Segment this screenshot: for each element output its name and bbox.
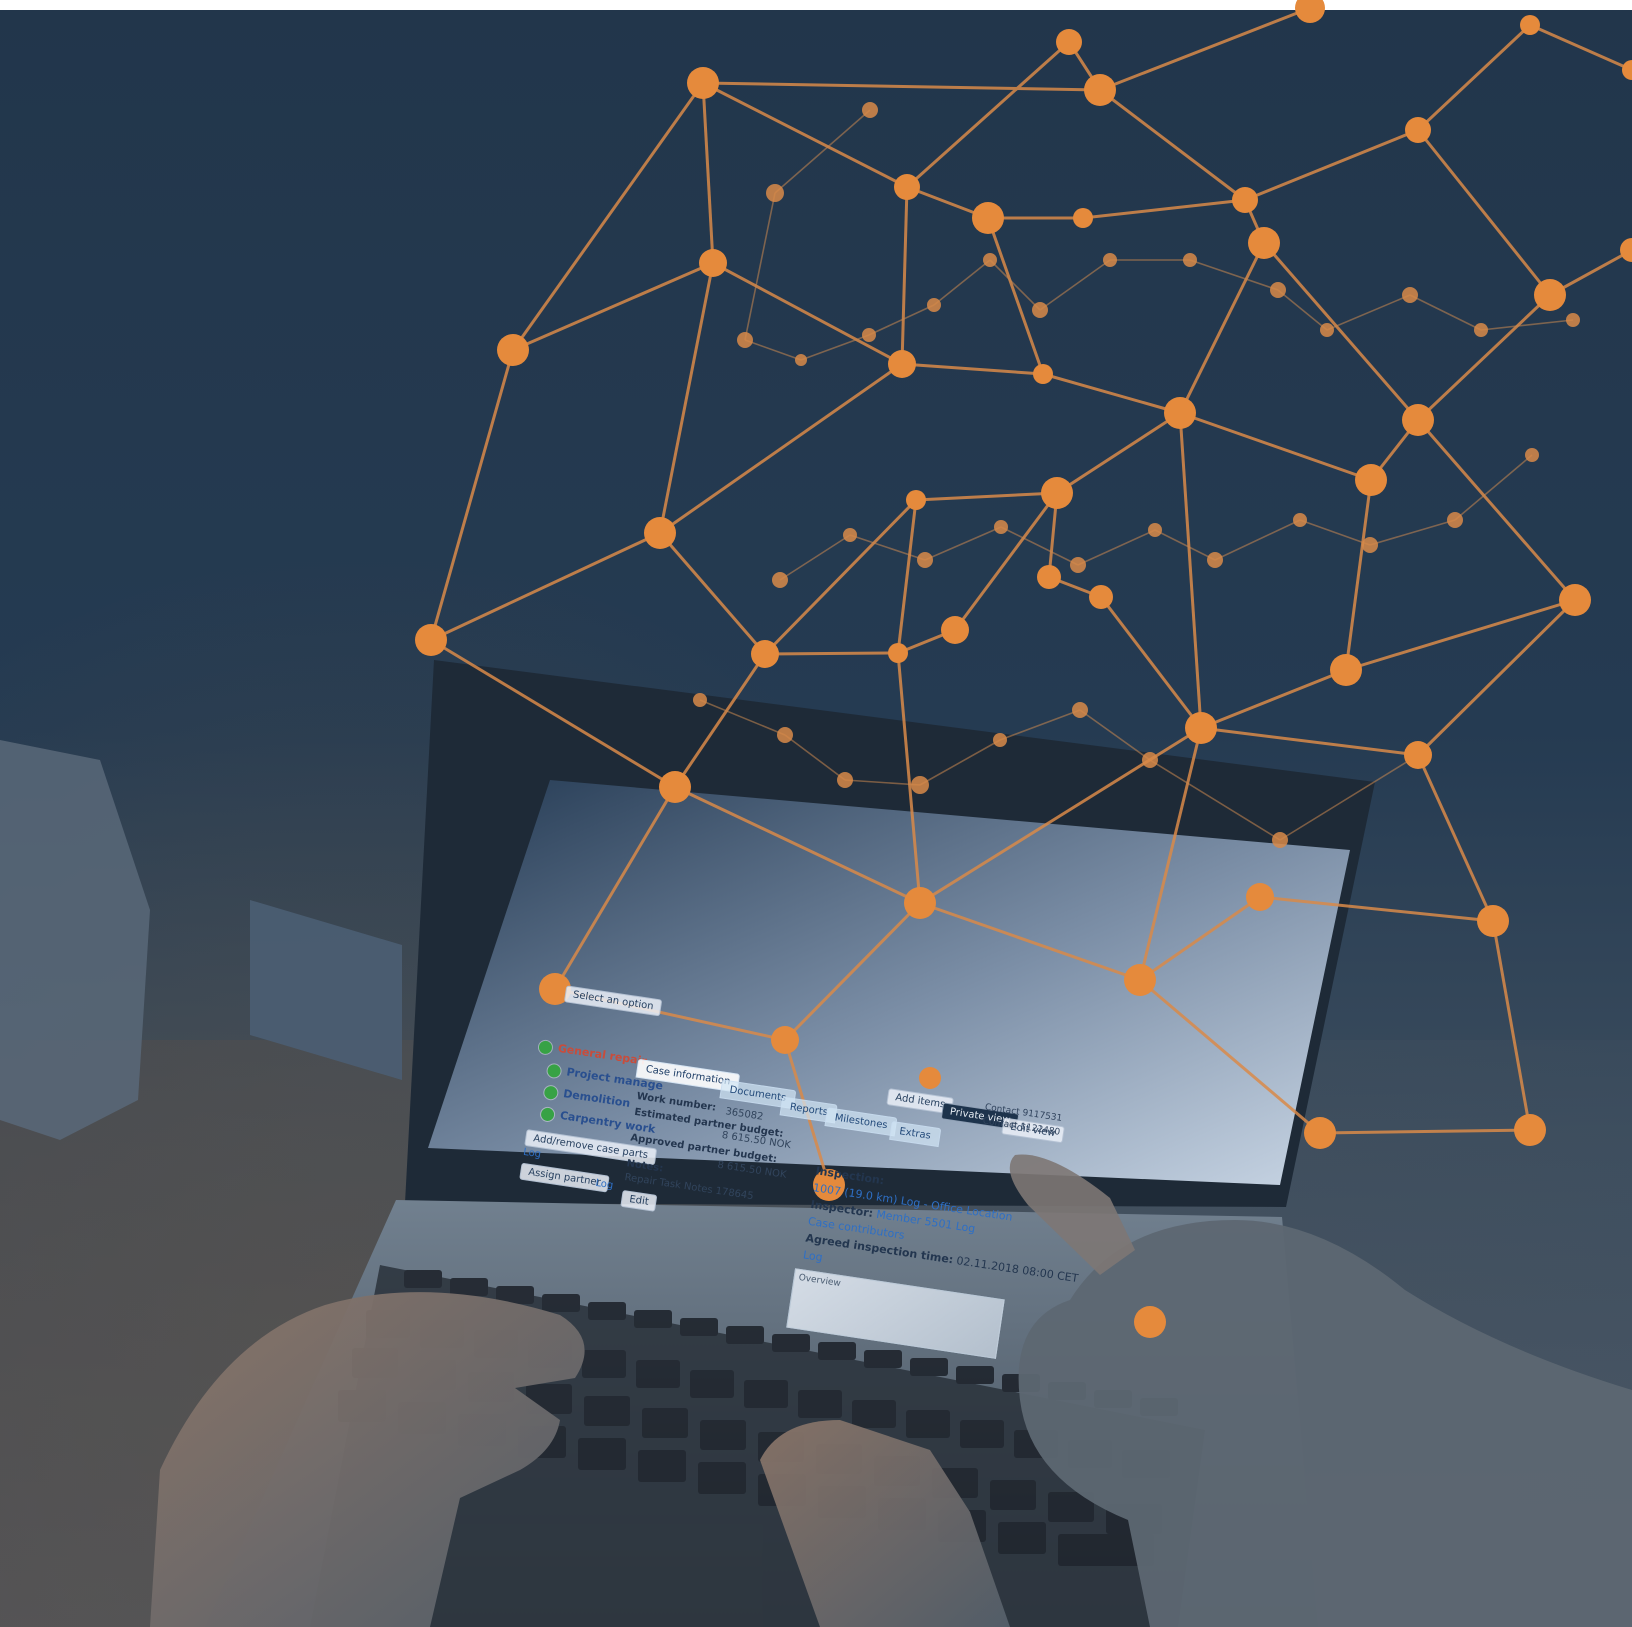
check-circle-icon — [540, 1107, 555, 1122]
log-link[interactable]: Log — [522, 1147, 541, 1161]
log-link[interactable]: Log — [955, 1220, 976, 1236]
log-link[interactable]: Log — [802, 1249, 823, 1265]
approved-budget-value: 8 615.50 NOK — [716, 1159, 788, 1181]
map-label: Overview — [797, 1272, 842, 1290]
sidebar-item-demolition[interactable]: Demolition — [543, 1085, 631, 1111]
hero-scene: General repair Project manage Demolition… — [0, 0, 1632, 1627]
tab-milestones[interactable]: Milestones — [824, 1107, 898, 1137]
check-circle-icon — [546, 1063, 562, 1079]
background-illustration — [0, 0, 1632, 1627]
edit-button[interactable]: Edit — [620, 1189, 658, 1212]
tab-extras[interactable]: Extras — [889, 1120, 941, 1148]
check-circle-icon — [543, 1085, 559, 1101]
log-link[interactable]: Log — [900, 1194, 921, 1210]
check-circle-icon — [538, 1040, 553, 1055]
paper-stack — [0, 740, 150, 1140]
sidebar-item-label: Demolition — [562, 1087, 632, 1111]
